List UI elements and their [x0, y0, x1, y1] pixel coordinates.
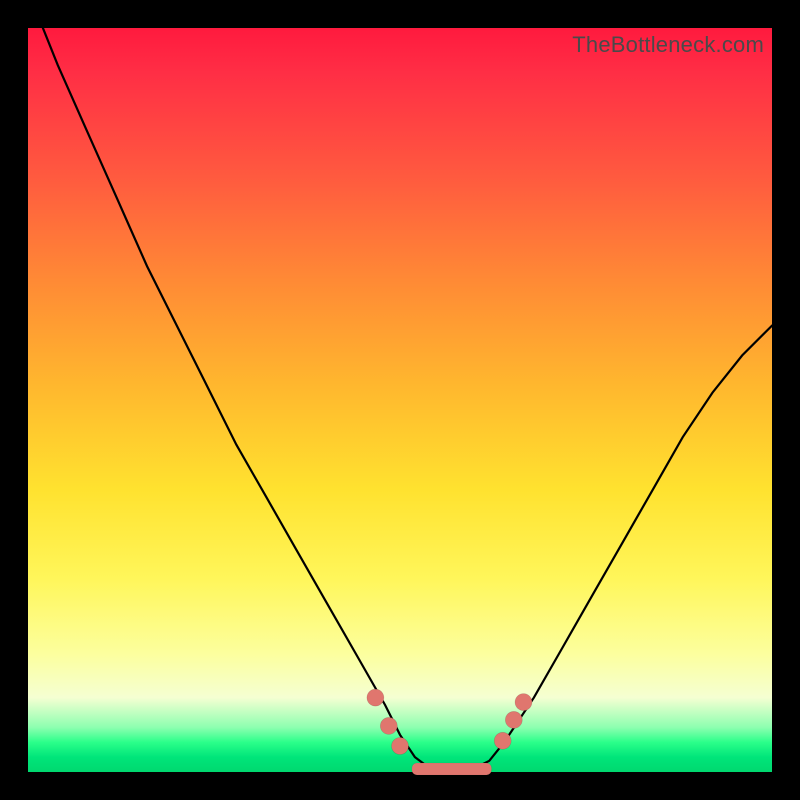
- fit-marker: [380, 717, 397, 734]
- fit-markers: [367, 689, 532, 754]
- fit-marker: [515, 694, 532, 711]
- fit-marker: [367, 689, 384, 706]
- chart-svg: [28, 28, 772, 772]
- plot-area: TheBottleneck.com: [28, 28, 772, 772]
- valley-fit-bar: [412, 763, 492, 775]
- fit-marker: [392, 738, 409, 755]
- fit-marker: [494, 732, 511, 749]
- chart-frame: TheBottleneck.com: [0, 0, 800, 800]
- fit-marker: [505, 711, 522, 728]
- bottleneck-curve: [28, 0, 772, 770]
